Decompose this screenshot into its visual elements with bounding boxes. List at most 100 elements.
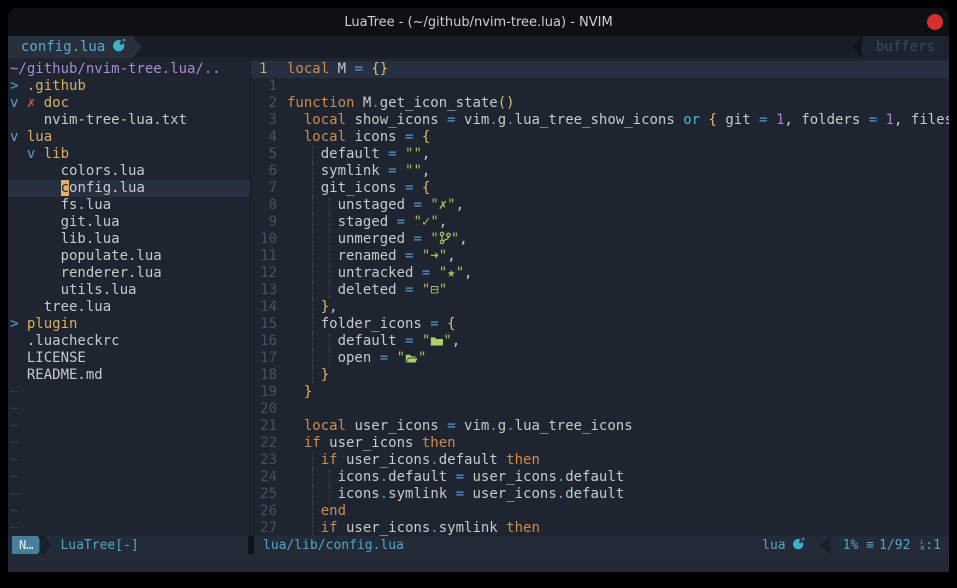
indent-guide bbox=[312, 316, 313, 333]
code-line[interactable]: 19 } bbox=[251, 384, 949, 401]
cursor-position: 1/92 bbox=[879, 538, 910, 553]
indent-guide bbox=[312, 146, 313, 163]
lua-moon-icon bbox=[792, 537, 805, 554]
indent-guide bbox=[329, 282, 330, 299]
code-line[interactable]: 13 deleted = "⊟" bbox=[251, 282, 949, 299]
close-button[interactable] bbox=[927, 14, 943, 30]
indent-guide bbox=[312, 452, 313, 469]
code-line[interactable]: 21 local user_icons = vim.g.lua_tree_ico… bbox=[251, 418, 949, 435]
tree-row[interactable]: tree.lua bbox=[8, 299, 250, 316]
empty-line-tilde: ~ bbox=[8, 401, 250, 418]
tree-row[interactable]: renderer.lua bbox=[8, 265, 250, 282]
tree-row[interactable]: > .github bbox=[8, 78, 250, 95]
code-line[interactable]: 9 staged = "✓", bbox=[251, 214, 949, 231]
empty-line-tilde: ~ bbox=[8, 435, 250, 452]
lua-moon-icon bbox=[112, 38, 126, 56]
code-line[interactable]: 6 symlink = "", bbox=[251, 163, 949, 180]
tree-row[interactable]: > plugin bbox=[8, 316, 250, 333]
tree-row[interactable]: .luacheckrc bbox=[8, 333, 250, 350]
indent-guide bbox=[312, 520, 313, 536]
code-line[interactable]: 5 default = "", bbox=[251, 146, 949, 163]
code-line[interactable]: 24 icons.default = user_icons.default bbox=[251, 469, 949, 486]
code-line[interactable]: 16 default = "", bbox=[251, 333, 949, 350]
buffers-label: buffers bbox=[876, 39, 935, 55]
editor-pane[interactable]: 1local M = {}12function M.get_icon_state… bbox=[251, 58, 949, 536]
code-line[interactable]: 1 bbox=[251, 78, 949, 95]
tree-row[interactable]: config.lua bbox=[8, 180, 250, 197]
tree-row[interactable]: lib.lua bbox=[8, 231, 250, 248]
code-line[interactable]: 22 if user_icons then bbox=[251, 435, 949, 452]
tree-row[interactable]: LICENSE bbox=[8, 350, 250, 367]
code-line[interactable]: 27 if user_icons.symlink then bbox=[251, 520, 949, 536]
indent-guide bbox=[312, 180, 313, 197]
indent-guide bbox=[312, 350, 313, 367]
tree-row[interactable]: nvim-tree-lua.txt bbox=[8, 112, 250, 129]
empty-line-tilde: ~ bbox=[8, 469, 250, 486]
file-path: lua/lib/config.lua bbox=[263, 538, 404, 553]
tree-row[interactable]: v lua bbox=[8, 129, 250, 146]
tree-row[interactable]: utils.lua bbox=[8, 282, 250, 299]
code-line[interactable]: 10 unmerged = "", bbox=[251, 231, 949, 248]
tab-config-lua[interactable]: config.lua bbox=[8, 36, 132, 58]
tree-row[interactable]: git.lua bbox=[8, 214, 250, 231]
code-line[interactable]: 4 local icons = { bbox=[251, 129, 949, 146]
indent-guide bbox=[329, 248, 330, 265]
code-line[interactable]: 11 renamed = "➜", bbox=[251, 248, 949, 265]
code-line[interactable]: 26 end bbox=[251, 503, 949, 520]
code-line[interactable]: 3 local show_icons = vim.g.lua_tree_show… bbox=[251, 112, 949, 129]
code-line[interactable]: 23 if user_icons.default then bbox=[251, 452, 949, 469]
folder-closed-icon bbox=[430, 333, 443, 350]
file-tree-pane[interactable]: ~/github/nvim-tree.lua/..> .githubv ✗ do… bbox=[8, 58, 250, 536]
tree-row[interactable]: ~/github/nvim-tree.lua/.. bbox=[8, 61, 250, 78]
indent-guide bbox=[312, 469, 313, 486]
tree-row[interactable]: populate.lua bbox=[8, 248, 250, 265]
plugin-label: LuaTree[-] bbox=[60, 538, 138, 553]
indent-guide bbox=[312, 231, 313, 248]
line-number: 23 bbox=[251, 452, 281, 469]
line-number: 6 bbox=[251, 163, 281, 180]
indent-guide bbox=[329, 214, 330, 231]
lines-icon: ≡ bbox=[866, 538, 874, 553]
empty-line-tilde: ~ bbox=[8, 486, 250, 503]
line-number: 24 bbox=[251, 469, 281, 486]
code-line[interactable]: 17 open = "" bbox=[251, 350, 949, 367]
code-line[interactable]: 12 untracked = "★", bbox=[251, 265, 949, 282]
code-line[interactable]: 20 bbox=[251, 401, 949, 418]
buffers-indicator[interactable]: buffers bbox=[862, 36, 949, 58]
indent-guide bbox=[312, 163, 313, 180]
tab-label: config.lua bbox=[21, 39, 105, 55]
indent-guide bbox=[312, 299, 313, 316]
line-number: 21 bbox=[251, 418, 281, 435]
status-line: N… LuaTree[-] lua/lib/config.lua lua 1% … bbox=[8, 536, 949, 554]
line-number: 20 bbox=[251, 401, 281, 418]
tree-row[interactable]: v lib bbox=[8, 146, 250, 163]
line-number: 3 bbox=[251, 112, 281, 129]
tree-row[interactable]: fs.lua bbox=[8, 197, 250, 214]
cursor-block: c bbox=[61, 180, 69, 196]
indent-guide bbox=[329, 231, 330, 248]
code-line[interactable]: 25 icons.symlink = user_icons.default bbox=[251, 486, 949, 503]
indent-guide bbox=[312, 248, 313, 265]
code-line[interactable]: 2function M.get_icon_state() bbox=[251, 95, 949, 112]
line-number: 13 bbox=[251, 282, 281, 299]
code-line[interactable]: 15 folder_icons = { bbox=[251, 316, 949, 333]
code-line[interactable]: 7 git_icons = { bbox=[251, 180, 949, 197]
tab-arrow-icon bbox=[132, 36, 142, 58]
indent-guide bbox=[312, 503, 313, 520]
tree-row[interactable]: v ✗ doc bbox=[8, 95, 250, 112]
line-number: 11 bbox=[251, 248, 281, 265]
empty-line-tilde: ~ bbox=[8, 418, 250, 435]
line-number: 7 bbox=[251, 180, 281, 197]
command-line[interactable] bbox=[8, 554, 949, 572]
tree-row[interactable]: colors.lua bbox=[8, 163, 250, 180]
code-line[interactable]: 1local M = {} bbox=[251, 61, 949, 78]
buffers-arrow-icon bbox=[852, 36, 862, 58]
statusline-right-group: lua 1% ≡ 1/92 L N :1 bbox=[762, 536, 949, 554]
empty-line-tilde: ~ bbox=[8, 384, 250, 401]
tree-row[interactable]: README.md bbox=[8, 367, 250, 384]
powerline-left-arrow-icon bbox=[819, 536, 831, 554]
code-line[interactable]: 8 unstaged = "✗", bbox=[251, 197, 949, 214]
code-line[interactable]: 18 } bbox=[251, 367, 949, 384]
nvim-window: LuaTree - (~/github/nvim-tree.lua) - NVI… bbox=[8, 8, 949, 572]
code-line[interactable]: 14 }, bbox=[251, 299, 949, 316]
